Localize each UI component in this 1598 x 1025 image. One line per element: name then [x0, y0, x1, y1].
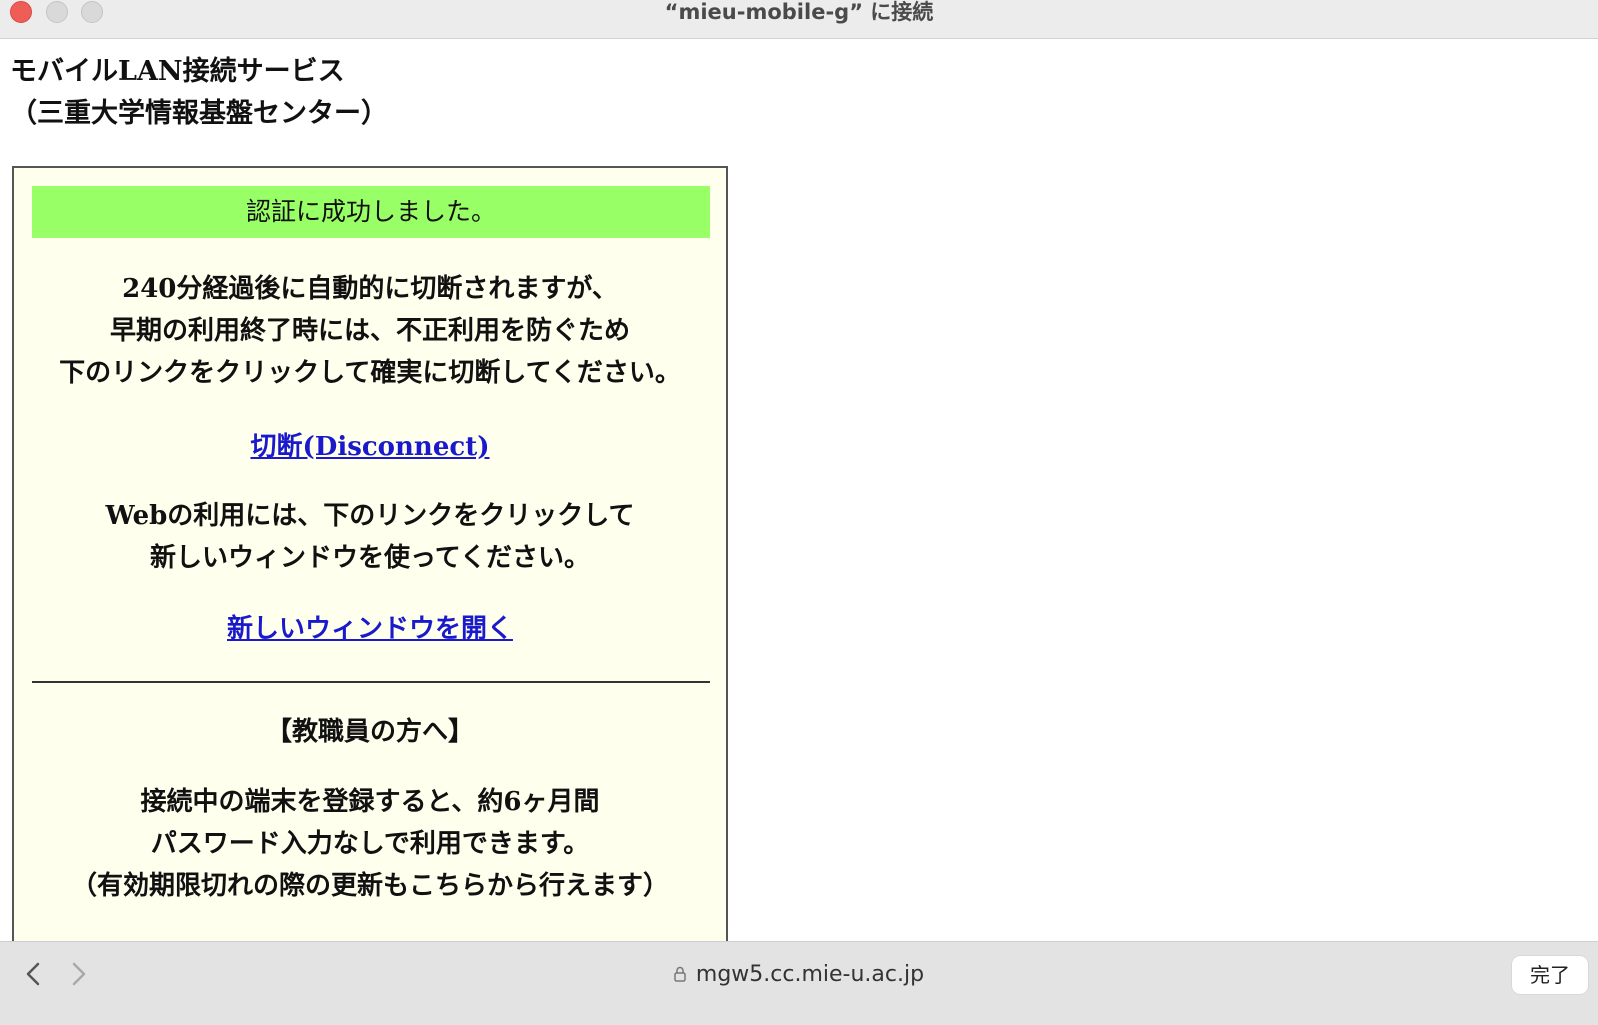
captive-portal-window: “mieu-mobile-g” に接続 モバイルLAN接続サービス （三重大学情…: [0, 0, 1598, 1025]
staff-notice-line: パスワード入力なしで利用できます。: [150, 829, 590, 859]
done-button[interactable]: 完了: [1512, 956, 1588, 994]
title-bar: “mieu-mobile-g” に接続: [0, 0, 1598, 39]
page-content: モバイルLAN接続サービス （三重大学情報基盤センター） 認証に成功しました。 …: [0, 39, 1598, 959]
staff-notice: 接続中の端末を登録すると、約6ヶ月間 パスワード入力なしで利用できます。 （有効…: [14, 781, 726, 907]
open-new-window-link[interactable]: 新しいウィンドウを開く: [227, 614, 513, 644]
web-notice-line: Webの利用には、下のリンクをクリックして: [105, 501, 635, 531]
site-title: モバイルLAN接続サービス （三重大学情報基盤センター）: [10, 51, 388, 135]
site-title-line-2: （三重大学情報基盤センター）: [10, 98, 388, 129]
disconnect-link-row: 切断(Disconnect): [14, 430, 726, 464]
staff-heading: 【教職員の方へ】: [265, 717, 474, 747]
lock-icon: [674, 966, 686, 982]
notice-line: 240分経過後に自動的に切断されますが、: [122, 274, 618, 304]
notice-line: 早期の利用終了時には、不正利用を防ぐため: [109, 316, 630, 346]
staff-notice-line: （有効期限切れの際の更新もこちらから行えます）: [70, 871, 669, 901]
new-window-link-row: 新しいウィンドウを開く: [14, 612, 726, 646]
notice-line: 下のリンクをクリックして確実に切断してください。: [59, 358, 681, 388]
section-divider: [32, 681, 710, 683]
bottom-toolbar: mgw5.cc.mie-u.ac.jp 完了: [0, 941, 1598, 1025]
web-usage-notice: Webの利用には、下のリンクをクリックして 新しいウィンドウを使ってください。: [14, 495, 726, 579]
url-text: mgw5.cc.mie-u.ac.jp: [695, 962, 925, 987]
site-title-line-1: モバイルLAN接続サービス: [10, 56, 345, 87]
auth-success-banner: 認証に成功しました。: [32, 186, 710, 238]
auto-disconnect-notice: 240分経過後に自動的に切断されますが、 早期の利用終了時には、不正利用を防ぐた…: [14, 268, 726, 394]
staff-notice-line: 接続中の端末を登録すると、約6ヶ月間: [140, 787, 600, 817]
window-title: “mieu-mobile-g” に接続: [664, 0, 934, 24]
auth-result-panel: 認証に成功しました。 240分経過後に自動的に切断されますが、 早期の利用終了時…: [12, 166, 728, 959]
address-bar[interactable]: mgw5.cc.mie-u.ac.jp: [0, 961, 1598, 989]
web-notice-line: 新しいウィンドウを使ってください。: [150, 543, 590, 573]
disconnect-link[interactable]: 切断(Disconnect): [250, 432, 489, 462]
